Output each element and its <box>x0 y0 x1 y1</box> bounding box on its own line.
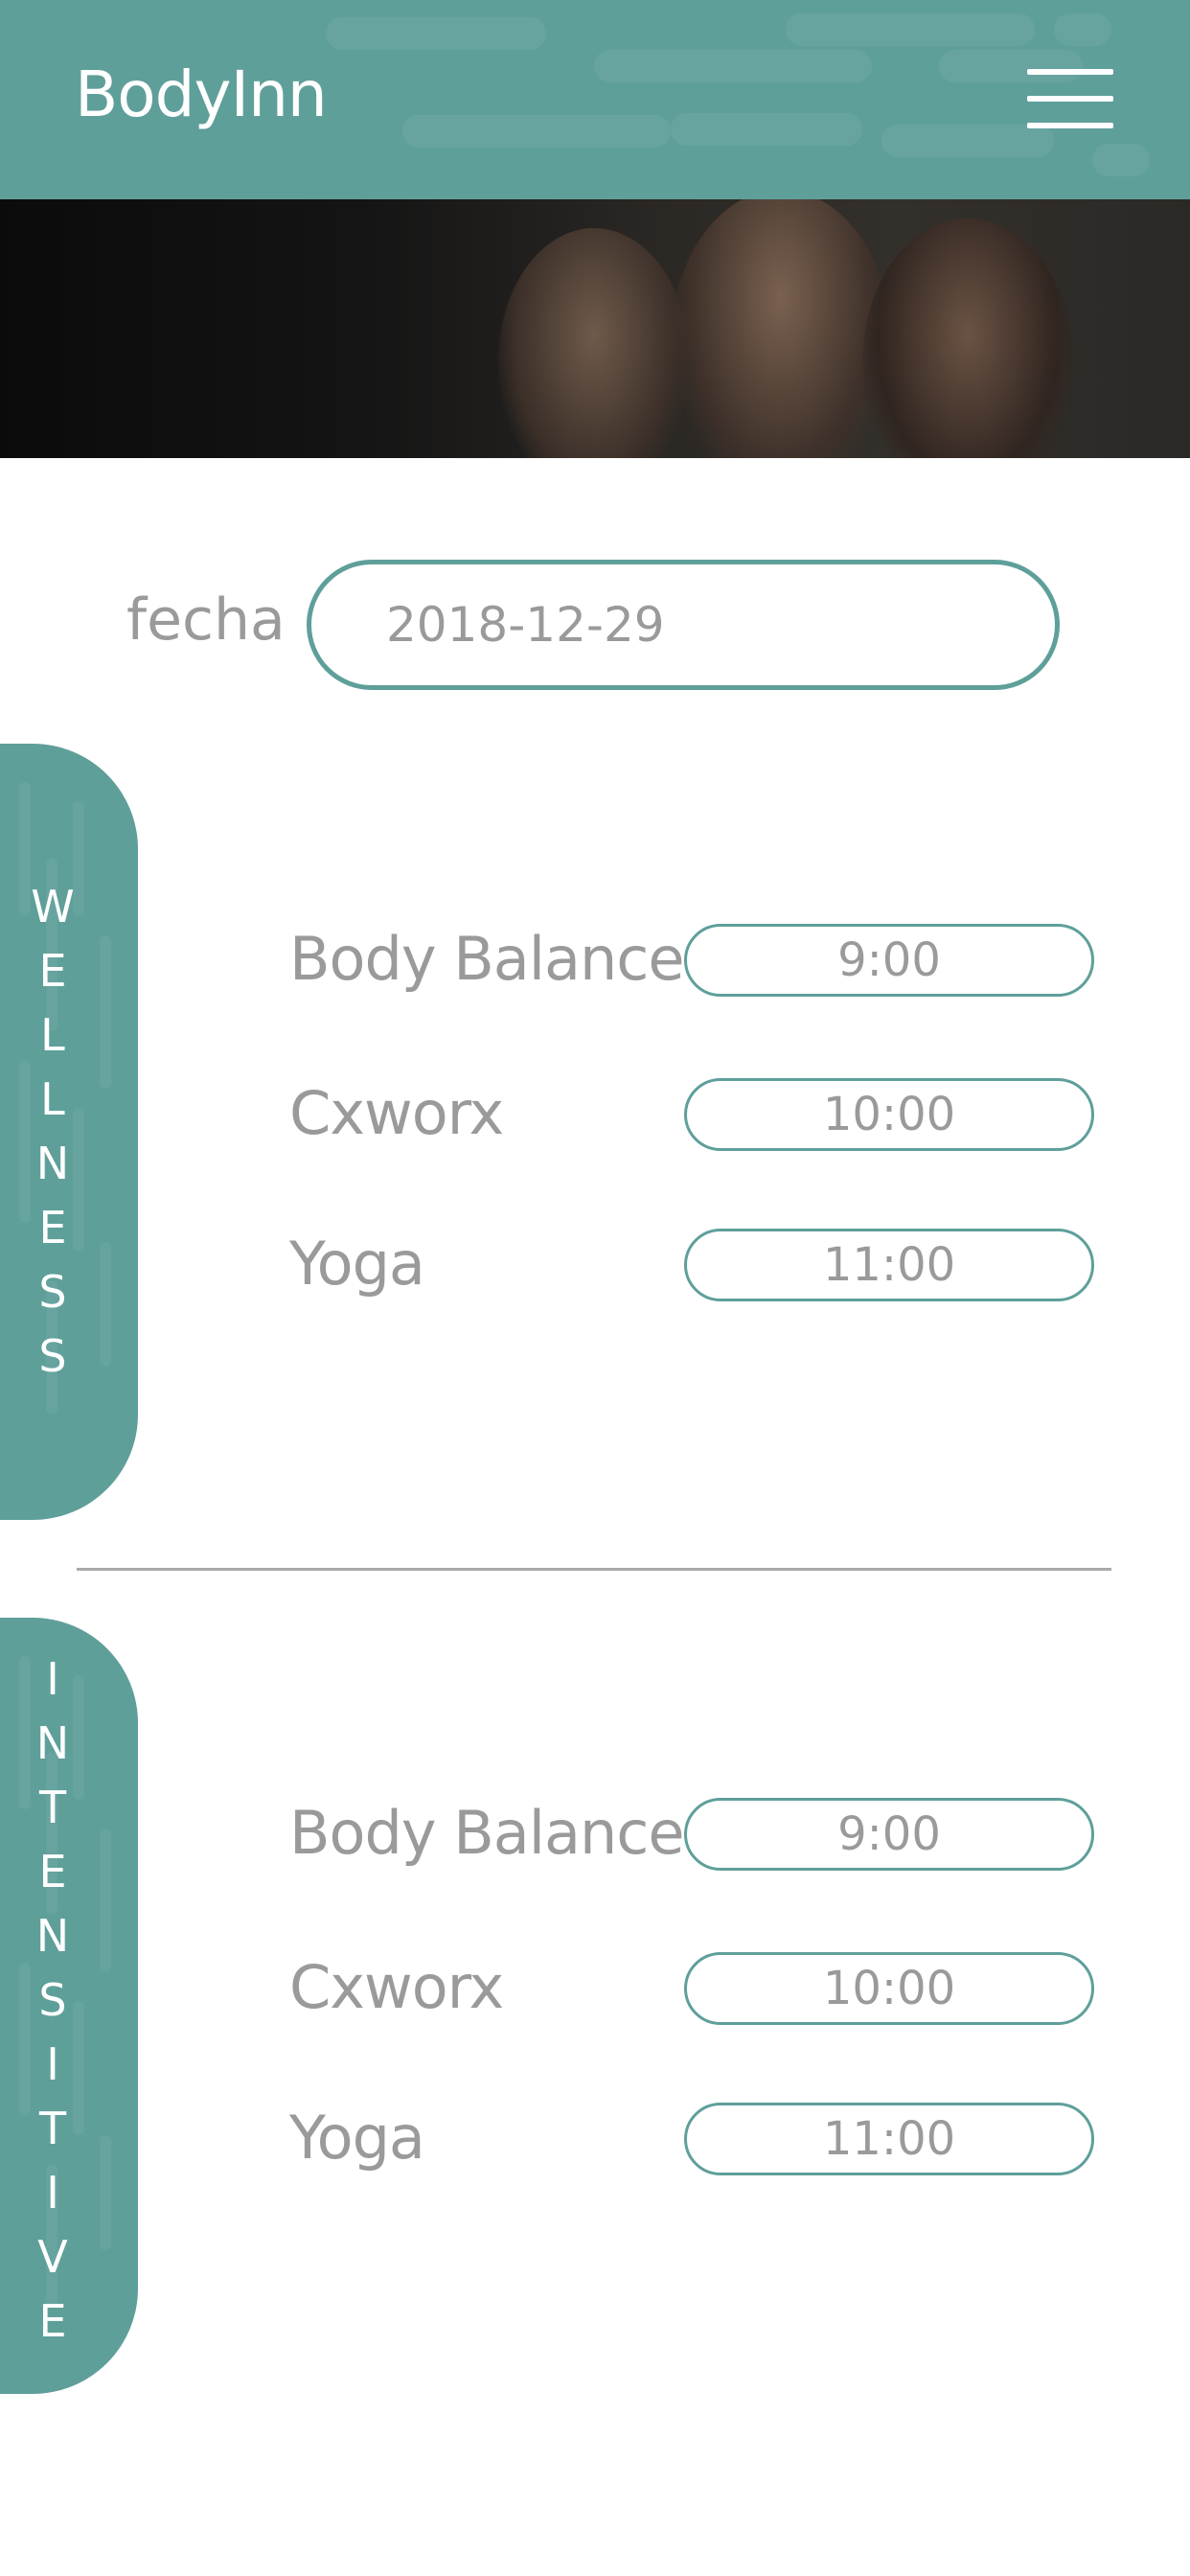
time-slot-button[interactable]: 11:00 <box>684 1229 1094 1301</box>
category-label: INTENSITIVE <box>35 1653 70 2347</box>
hero-figure <box>671 199 891 458</box>
header-pattern <box>594 50 872 82</box>
header-pattern <box>786 13 1035 46</box>
app-logo: BodyInn <box>75 58 328 131</box>
date-label: fecha <box>126 586 286 654</box>
category-tab-intensitive[interactable]: INTENSITIVE <box>0 1618 138 2394</box>
class-name: Body Balance <box>289 1798 684 1868</box>
header-pattern <box>671 113 862 146</box>
category-label: WELLNESS <box>31 881 75 1382</box>
time-slot-button[interactable]: 10:00 <box>684 1078 1094 1151</box>
category-tab-wellness[interactable]: WELLNESS <box>0 744 138 1520</box>
header-pattern <box>326 17 546 50</box>
hero-figure <box>862 218 1073 458</box>
app-header: BodyInn <box>0 0 1190 199</box>
header-pattern <box>881 125 1054 157</box>
time-slot-button[interactable]: 9:00 <box>684 924 1094 997</box>
hamburger-menu-icon[interactable] <box>1027 69 1113 128</box>
class-name: Cxworx <box>289 1952 504 2022</box>
class-name: Yoga <box>289 2103 425 2173</box>
time-slot-button[interactable]: 10:00 <box>684 1952 1094 2025</box>
time-slot-button[interactable]: 11:00 <box>684 2103 1094 2175</box>
date-input[interactable] <box>307 560 1060 690</box>
header-pattern <box>402 115 671 148</box>
header-pattern <box>1054 13 1111 46</box>
hero-image <box>0 199 1190 458</box>
class-name: Cxworx <box>289 1078 504 1148</box>
header-pattern <box>1092 144 1150 176</box>
section-divider <box>77 1568 1111 1571</box>
hero-figure <box>498 228 690 458</box>
class-name: Body Balance <box>289 924 684 994</box>
time-slot-button[interactable]: 9:00 <box>684 1798 1094 1871</box>
class-name: Yoga <box>289 1229 425 1299</box>
